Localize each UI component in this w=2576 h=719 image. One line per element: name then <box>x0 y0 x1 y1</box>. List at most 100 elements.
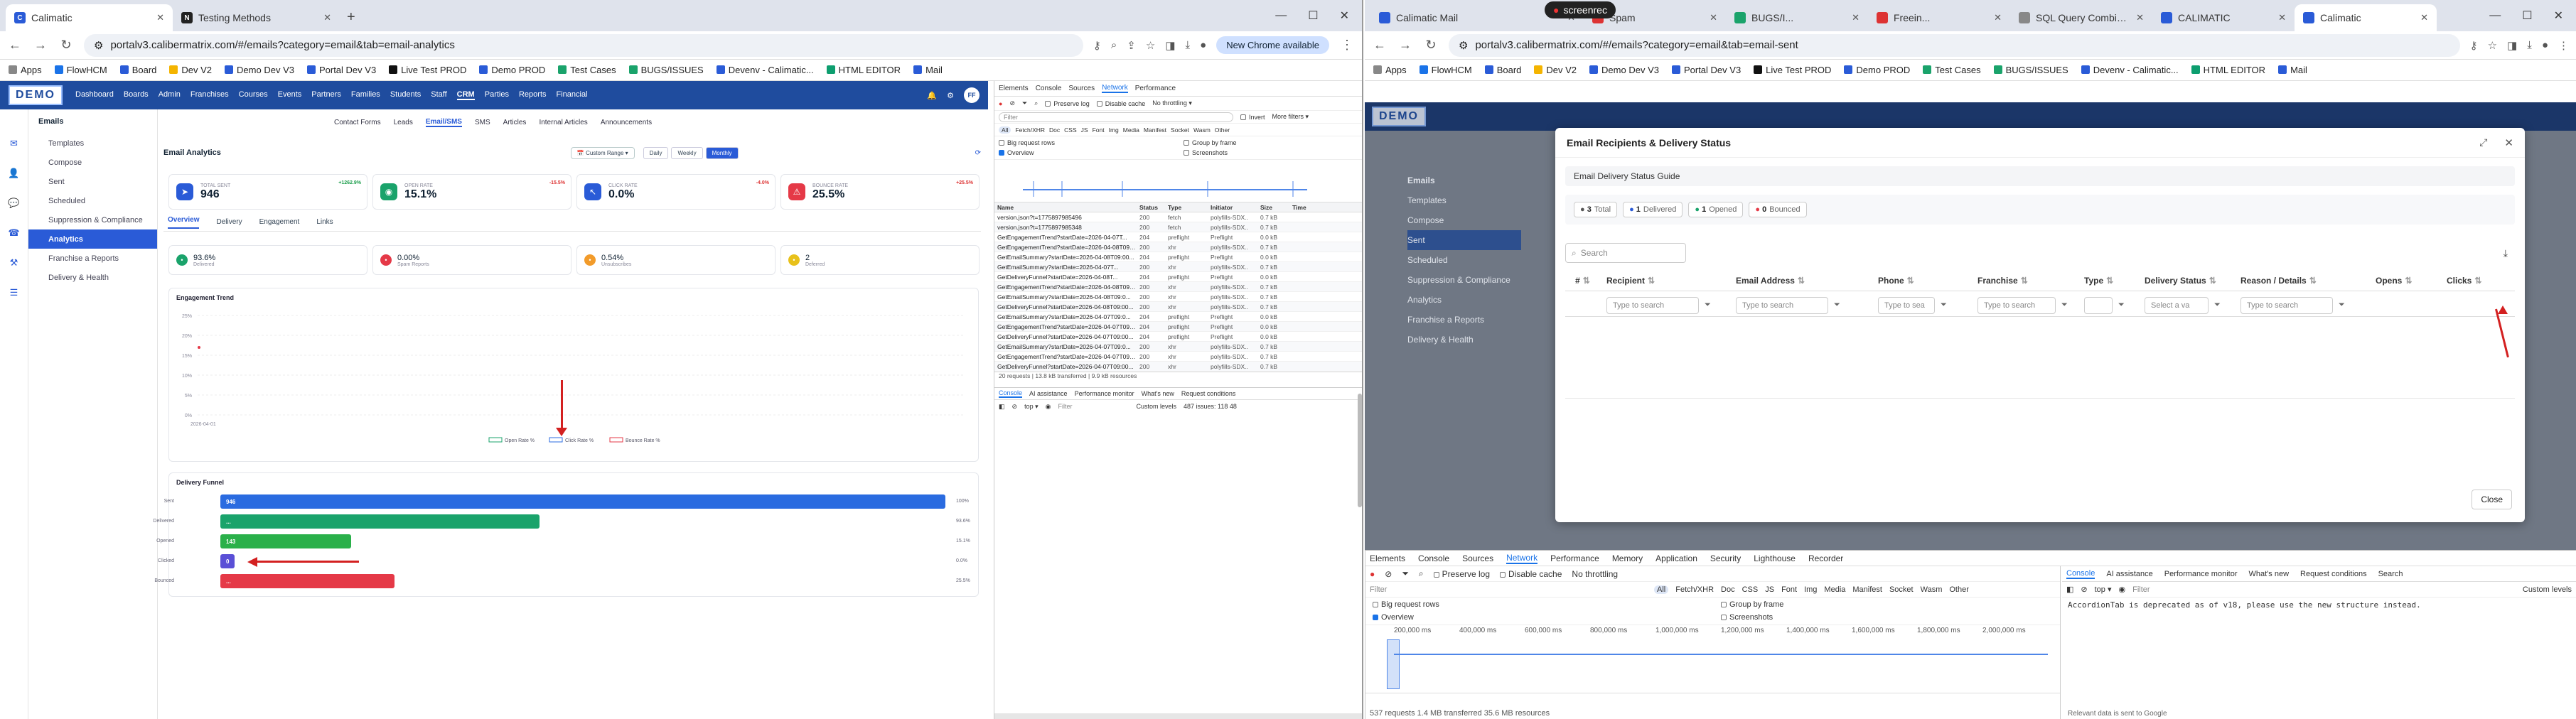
tab-testing-methods[interactable]: N Testing Methods ✕ <box>173 4 340 31</box>
column-header[interactable]: Time <box>1289 204 1311 211</box>
bookmark-item[interactable]: Live Test PROD <box>389 65 466 75</box>
column-header[interactable]: Reason / Details ⇅ <box>2240 276 2317 286</box>
overview-checkbox[interactable]: Overview <box>1373 613 1721 622</box>
devtools-tab-sources[interactable]: Sources <box>1462 553 1493 563</box>
column-filter-input[interactable]: Type to search <box>1606 297 1699 314</box>
browser-tab[interactable]: Freein... ✕ <box>1868 4 2010 31</box>
nav-students[interactable]: Students <box>390 90 421 100</box>
column-header[interactable]: Opens ⇅ <box>2376 276 2412 286</box>
bookmark-item[interactable]: HTML EDITOR <box>826 65 901 75</box>
nav-staff[interactable]: Staff <box>431 90 446 100</box>
filter-type-button[interactable]: Wasm <box>1921 585 1943 594</box>
period-daily-button[interactable]: Daily <box>643 146 669 159</box>
sidebar-toggle-icon[interactable]: ◧ <box>2066 585 2073 594</box>
filter-type-button[interactable]: All <box>999 126 1011 134</box>
menu-icon[interactable]: ⋮ <box>2558 39 2569 52</box>
status-chip[interactable]: ● 0 Bounced <box>1749 202 1807 217</box>
filter-type-button[interactable]: Img <box>1109 126 1119 134</box>
close-icon[interactable]: ✕ <box>156 12 164 23</box>
drawer-tab[interactable]: AI assistance <box>1029 390 1068 397</box>
column-filter-input[interactable]: Select a va <box>2145 297 2209 314</box>
preserve-log-checkbox[interactable]: Preserve log <box>1045 100 1090 107</box>
reload-icon[interactable]: ↻ <box>58 38 74 53</box>
big-rows-checkbox[interactable]: Big request rows <box>999 139 1184 146</box>
nav-partners[interactable]: Partners <box>311 90 341 100</box>
reload-icon[interactable]: ↻ <box>1423 38 1439 53</box>
request-row[interactable]: GetEmailSummary?startDate=2026-04-08T09:… <box>994 292 1362 302</box>
devtools-tab-elements[interactable]: Elements <box>999 85 1029 92</box>
filter-type-button[interactable]: All <box>1654 585 1669 594</box>
close-icon[interactable]: ✕ <box>1710 12 1717 23</box>
request-row[interactable]: version.json?t=1775897985496 200 fetch poly… <box>994 212 1362 222</box>
drawer-tab[interactable]: Performance monitor <box>2164 570 2238 578</box>
bookmark-item[interactable]: FlowHCM <box>1419 65 1472 75</box>
search-icon[interactable]: ⌕ <box>1034 99 1038 107</box>
filter-icon[interactable]: ⏷ <box>2061 301 2068 310</box>
column-filter-input[interactable]: Type to search <box>1736 297 1828 314</box>
profile-icon[interactable]: ● <box>1200 39 1206 52</box>
site-info-icon[interactable]: ⚙ <box>94 39 103 52</box>
sidebar-item[interactable]: Compose <box>28 153 157 172</box>
request-row[interactable]: GetEmailSummary?startDate=2026-04-07T09:… <box>994 312 1362 322</box>
download-icon[interactable]: ⤓ <box>2527 39 2532 52</box>
filter-type-button[interactable]: Fetch/XHR <box>1015 126 1045 134</box>
address-bar[interactable]: ⚙ portalv3.calibermatrix.com/#/emails?cat… <box>84 33 1083 57</box>
filter-icon[interactable]: ⏷ <box>1402 568 1409 579</box>
devtools-tab-console[interactable]: Console <box>1418 553 1449 563</box>
column-header[interactable]: Type ⇅ <box>2084 276 2113 286</box>
funnel-bar[interactable]: 0 <box>220 554 235 568</box>
issues-count[interactable]: 487 issues: 118 48 <box>1184 403 1237 410</box>
devtools-tab-recorder[interactable]: Recorder <box>1808 553 1843 563</box>
subnav-item[interactable]: Email/SMS <box>425 118 462 127</box>
column-filter-input[interactable]: Type to search <box>1977 297 2056 314</box>
request-row[interactable]: version.json?t=1775897985348 200 fetch poly… <box>994 222 1362 232</box>
throttle-dropdown[interactable]: No throttling ▾ <box>1152 99 1192 107</box>
star-icon[interactable]: ☆ <box>2488 39 2497 52</box>
period-weekly-button[interactable]: Weekly <box>671 146 703 159</box>
column-header[interactable]: # ⇅ <box>1575 276 1590 286</box>
more-filters-button[interactable]: More filters ▾ <box>1272 113 1309 121</box>
bookmark-item[interactable]: Test Cases <box>1923 65 1981 75</box>
filter-type-button[interactable]: Wasm <box>1193 126 1211 134</box>
sidebar-item[interactable]: Sent <box>28 172 157 191</box>
devtools-tab-sources[interactable]: Sources <box>1068 85 1095 92</box>
disable-cache-checkbox[interactable]: Disable cache <box>1500 569 1562 579</box>
devtools-tab-network[interactable]: Network <box>1506 553 1538 564</box>
filter-type-button[interactable]: JS <box>1765 585 1774 594</box>
scroll-track[interactable] <box>994 713 1362 719</box>
record-icon[interactable]: ● <box>1370 569 1375 579</box>
nav-courses[interactable]: Courses <box>239 90 268 100</box>
close-icon[interactable]: ✕ <box>2420 12 2428 23</box>
close-icon[interactable]: ✕ <box>2278 12 2286 23</box>
subnav-item[interactable]: Contact Forms <box>334 119 381 126</box>
sidebar-item[interactable]: Templates <box>28 134 157 153</box>
avatar[interactable]: FF <box>964 87 980 103</box>
request-row[interactable]: GetEngagementTrend?startDate=2026-04-07T… <box>994 232 1362 242</box>
eye-icon[interactable]: ◉ <box>1046 403 1051 411</box>
screenshots-checkbox[interactable]: Screenshots <box>1721 613 1934 622</box>
maximize-icon[interactable]: ☐ <box>1308 9 1318 23</box>
disable-cache-checkbox[interactable]: Disable cache <box>1096 100 1145 107</box>
request-row[interactable]: GetEngagementTrend?startDate=2026-04-08T… <box>994 282 1362 292</box>
forward-icon[interactable]: → <box>1397 38 1413 53</box>
nav-parties[interactable]: Parties <box>485 90 509 100</box>
levels-dropdown[interactable]: Custom levels <box>1136 403 1176 410</box>
column-header[interactable]: Delivery Status ⇅ <box>2145 276 2216 286</box>
bookmark-item[interactable]: Devenv - Calimatic... <box>716 65 814 75</box>
bookmark-item[interactable]: Mail <box>2278 65 2307 75</box>
column-header[interactable]: Size <box>1257 204 1289 211</box>
tools-icon[interactable]: ⚒ <box>10 257 18 269</box>
status-guide-accordion[interactable]: Email Delivery Status Guide <box>1565 166 2515 186</box>
status-chip[interactable]: ● 1 Delivered <box>1623 202 1683 217</box>
key-icon[interactable]: ⚷ <box>1093 39 1101 52</box>
devtools-tab-performance[interactable]: Performance <box>1135 85 1176 92</box>
eye-icon[interactable]: ◉ <box>2119 585 2126 594</box>
user-icon[interactable]: 👤 <box>8 168 19 179</box>
tab-delivery[interactable]: Delivery <box>216 218 242 226</box>
filter-type-button[interactable]: Font <box>1781 585 1797 594</box>
funnel-bar[interactable]: 143 <box>220 534 351 548</box>
nav-dashboard[interactable]: Dashboard <box>75 90 114 100</box>
custom-range-dropdown[interactable]: 📅 Custom Range ▾ <box>570 146 635 159</box>
subnav-item[interactable]: Leads <box>394 119 413 126</box>
maximize-icon[interactable]: ☐ <box>2522 9 2532 23</box>
